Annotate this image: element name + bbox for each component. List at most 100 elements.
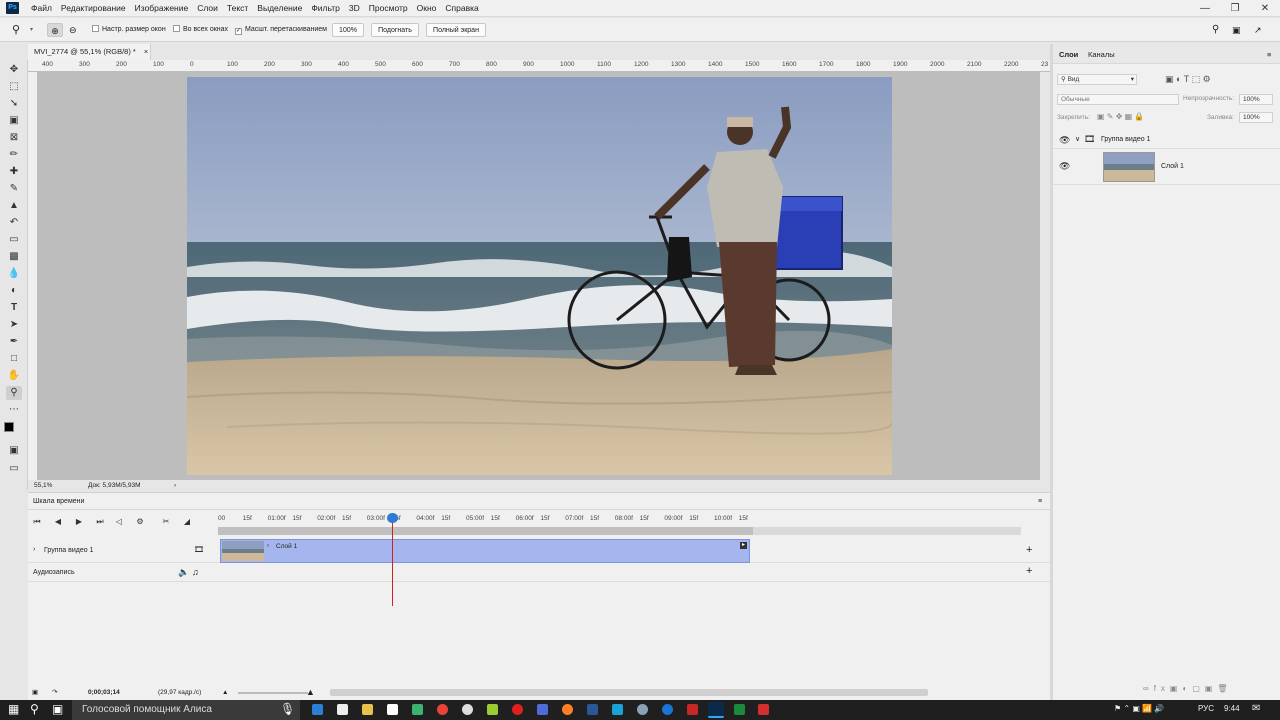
search-icon[interactable]: ⚲ [30, 702, 39, 716]
opacity-input[interactable]: 100% [1239, 94, 1273, 105]
speaker-icon[interactable]: 🔈 [178, 567, 189, 578]
app-icon-green[interactable] [412, 704, 423, 715]
film-strip-icon[interactable]: 🎞 [194, 545, 204, 554]
menu-item[interactable]: Слои [197, 3, 218, 13]
go-to-first-frame-icon[interactable]: ⏮ [30, 515, 44, 529]
mute-icon[interactable]: ◁ [112, 515, 126, 529]
menu-item[interactable]: Изображение [135, 3, 189, 13]
screen-mode-icon[interactable]: ▭ [6, 462, 22, 476]
timeline-zoom-slider[interactable] [238, 692, 308, 694]
previous-frame-icon[interactable]: ◀ [51, 515, 65, 529]
chrome-icon[interactable] [437, 704, 448, 715]
timeline-scrollbar[interactable] [330, 689, 928, 696]
type-tool-icon[interactable]: T [6, 301, 22, 315]
frame-animation-icon[interactable]: ▣ [32, 685, 38, 700]
menu-item[interactable]: Фильтр [311, 3, 340, 13]
render-video-icon[interactable]: ↷ [52, 685, 57, 700]
next-frame-icon[interactable]: ⏭ [93, 515, 107, 529]
eraser-tool-icon[interactable]: ▭ [6, 233, 22, 247]
transition-icon[interactable]: ◢ [180, 515, 194, 529]
notes-icon[interactable] [487, 704, 498, 715]
hand-tool-icon[interactable]: ✋ [6, 369, 22, 383]
layer-row[interactable]: 👁 Слой 1 [1053, 149, 1280, 185]
globe-icon[interactable] [637, 704, 648, 715]
yandex-icon[interactable] [462, 704, 473, 715]
clock[interactable]: 9:44 [1224, 704, 1240, 713]
menu-item[interactable]: Просмотр [369, 3, 408, 13]
zoom-level[interactable]: 55,1% [34, 480, 52, 491]
task-view-icon[interactable]: ▣ [52, 702, 63, 716]
menu-item[interactable]: Окно [417, 3, 437, 13]
menu-item[interactable]: Справка [445, 3, 478, 13]
status-menu-chevron-icon[interactable]: › [174, 480, 176, 491]
document-tab[interactable]: MVI_2774 @ 55,1% (RGB/8) * × [28, 44, 151, 60]
settings-gear-icon[interactable]: ⚙ [133, 515, 147, 529]
gradient-tool-icon[interactable]: ▩ [6, 250, 22, 264]
zoom-out-mountain-icon[interactable]: ▲ [222, 685, 228, 700]
photoshop-taskbar-icon[interactable] [708, 702, 724, 718]
work-area-range[interactable] [218, 527, 753, 535]
edge-icon[interactable] [312, 704, 323, 715]
tray-icons[interactable]: ⚑ ⌃ ▣ 📶 🔊 [1114, 704, 1164, 713]
clip-end-icon[interactable]: ▸ [740, 542, 747, 549]
marquee-tool-icon[interactable]: ⬚ [6, 80, 22, 94]
browser-icon[interactable] [662, 704, 673, 715]
store-icon[interactable] [337, 704, 348, 715]
restore-icon[interactable]: ❐ [1220, 0, 1250, 17]
eyedropper-tool-icon[interactable]: ✏ [6, 148, 22, 162]
menu-item[interactable]: Текст [227, 3, 248, 13]
crop-tool-icon[interactable]: ▣ [6, 114, 22, 128]
lasso-tool-icon[interactable]: ➘ [6, 97, 22, 111]
filter-icons[interactable]: ▣ ◐ T ⬚ ⚙ [1165, 74, 1211, 85]
input-language[interactable]: РУС [1198, 704, 1214, 713]
menu-item[interactable]: Файл [31, 3, 52, 13]
menu-item[interactable]: 3D [349, 3, 360, 13]
mail-icon[interactable] [387, 704, 398, 715]
clip-chevron-icon[interactable]: › [267, 543, 269, 549]
music-note-icon[interactable]: ♫ [192, 567, 199, 577]
timeline-menu-icon[interactable]: ≡ [1038, 493, 1042, 510]
zoom-in-mountain-icon[interactable]: ▲ [306, 685, 315, 700]
microphone-icon[interactable]: 🎙 [280, 702, 295, 716]
menu-item[interactable]: Выделение [257, 3, 302, 13]
stamp-tool-icon[interactable]: ▲ [6, 199, 22, 213]
voice-assistant-box[interactable]: Голосовой помощник Алиса [72, 700, 300, 720]
telegram-icon[interactable] [612, 704, 623, 715]
zoom-100-button[interactable]: 100% [332, 23, 364, 37]
layer-actions-icons[interactable]: ∞fx▣◐▢▣🗑 [1143, 684, 1233, 693]
history-brush-icon[interactable]: ↶ [6, 216, 22, 230]
current-timecode[interactable]: 0;00;03;14 [88, 685, 120, 700]
foreground-color-swatch[interactable] [4, 422, 14, 432]
share-icon[interactable]: ↗ [1254, 23, 1262, 37]
move-tool-icon[interactable]: ✥ [6, 63, 22, 77]
fit-screen-button[interactable]: Подогнать [371, 23, 419, 37]
close-icon[interactable]: ✕ [1250, 0, 1280, 17]
recorder-icon[interactable] [758, 704, 769, 715]
blend-mode-select[interactable]: Обычные [1057, 94, 1179, 105]
zoom-tool-icon[interactable]: ⚲ [12, 23, 20, 37]
resize-windows-checkbox[interactable]: Настр. размер окон [92, 23, 166, 37]
expand-chevron-icon[interactable]: › [33, 546, 35, 553]
layer-group-row[interactable]: 👁 ∨ 🎞 Группа видео 1 [1053, 132, 1280, 149]
zoom-in-icon[interactable]: ⊕ [47, 23, 63, 37]
tab-channels[interactable]: Каналы [1088, 50, 1115, 59]
eye-icon[interactable]: 👁 [1059, 135, 1070, 146]
brush-tool-icon[interactable]: ✎ [6, 182, 22, 196]
video-clip[interactable]: › Слой 1 ▸ [220, 539, 750, 563]
opera-icon[interactable] [512, 704, 523, 715]
frame-tool-icon[interactable]: ⊠ [6, 131, 22, 145]
zoom-tool-icon[interactable]: ⚲ [6, 386, 22, 400]
close-tab-icon[interactable]: × [144, 47, 148, 56]
windows-start-icon[interactable]: ▦ [8, 702, 19, 716]
quick-mask-icon[interactable]: ▣ [6, 444, 22, 458]
firefox-icon[interactable] [562, 704, 573, 715]
camtasia-icon[interactable] [734, 704, 745, 715]
eye-icon[interactable]: 👁 [1059, 161, 1070, 172]
expand-chevron-icon[interactable]: ∨ [1075, 135, 1080, 143]
zoom-out-icon[interactable]: ⊖ [69, 23, 77, 37]
document-image[interactable] [187, 77, 892, 475]
pen-tool-icon[interactable]: ✒ [6, 335, 22, 349]
all-windows-checkbox[interactable]: Во всех окнах [173, 23, 228, 37]
folder-icon[interactable] [362, 704, 373, 715]
split-scissors-icon[interactable]: ✂ [159, 515, 173, 529]
